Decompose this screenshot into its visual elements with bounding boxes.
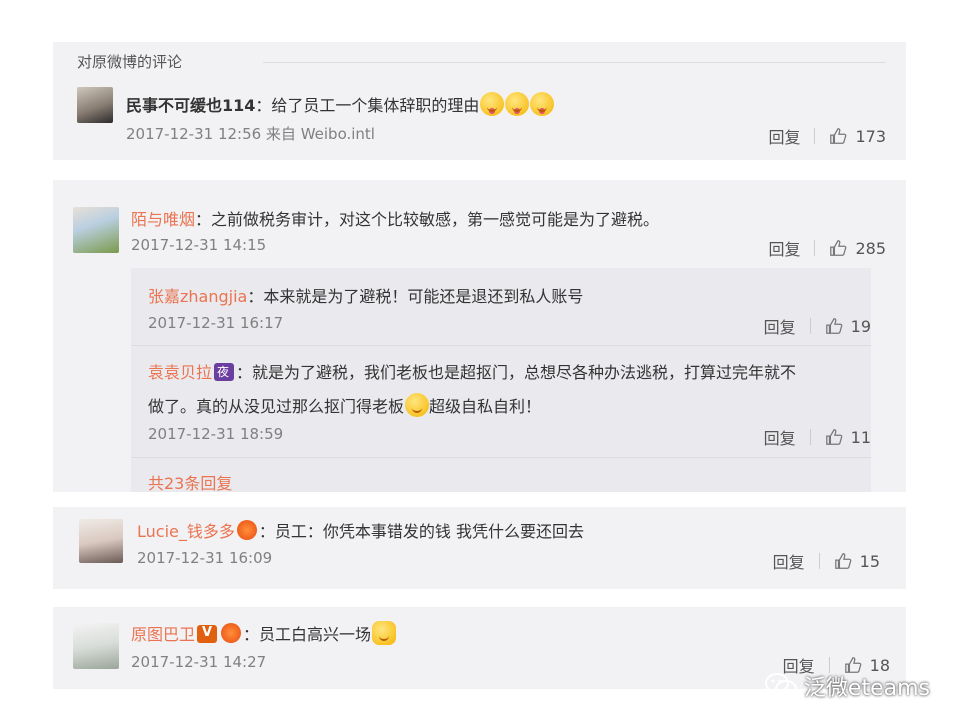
reply-divider: [131, 345, 871, 346]
cat-emoji-icon: [372, 621, 397, 645]
smile-emoji-icon: [405, 393, 430, 417]
reply-button[interactable]: 回复: [768, 236, 800, 260]
comment-panel-1: 对原微博的评论 民事不可缓也114：给了员工一个集体辞职的理由 2017-12-…: [53, 42, 906, 160]
username-link[interactable]: 张嘉zhangjia: [148, 287, 247, 306]
tongue-emoji-icon: [480, 92, 505, 116]
reply-text: 做了。真的从没见过那么抠门得老板: [148, 397, 405, 416]
divider: [814, 240, 816, 256]
comment-actions: 回复 285: [768, 236, 886, 260]
fan-badge-icon: [236, 520, 257, 540]
fan-badge-icon: [221, 623, 242, 643]
comment-text: ：员工：你凭本事错发的钱 我凭什么要还回去: [258, 522, 584, 541]
comment-line: 民事不可缓也114：给了员工一个集体辞职的理由: [126, 92, 555, 116]
comment-timestamp: 2017-12-31 14:15: [131, 236, 267, 254]
verified-v-icon: [197, 625, 218, 643]
like-icon[interactable]: [825, 428, 843, 446]
reply-actions: 回复 11: [764, 425, 871, 449]
username-link[interactable]: 陌与唯烟: [131, 210, 195, 229]
username-link[interactable]: 民事不可缓也114: [126, 96, 255, 115]
comment-line: Lucie_钱多多 ：员工：你凭本事错发的钱 我凭什么要还回去: [137, 518, 584, 542]
comment-text: ：给了员工一个集体辞职的理由: [255, 96, 480, 115]
comment-line: 陌与唯烟：之前做税务审计，对这个比较敏感，第一感觉可能是为了避税。: [131, 206, 659, 230]
divider: [809, 318, 811, 334]
reply-button[interactable]: 回复: [764, 314, 796, 338]
watermark: 泛微eteams: [764, 670, 930, 702]
night-badge-icon: [214, 363, 235, 381]
reply-timestamp: 2017-12-31 18:59: [148, 425, 284, 443]
comment-timestamp: 2017-12-31 14:27: [131, 653, 267, 671]
reply-button[interactable]: 回复: [764, 425, 796, 449]
like-count: 285: [855, 238, 886, 258]
comment-timestamp: 2017-12-31 12:56 来自 Weibo.intl: [126, 125, 375, 143]
like-count: 19: [850, 316, 871, 336]
comment-actions: 回复 15: [773, 549, 880, 573]
replies-box: 张嘉zhangjia：本来就是为了避税！可能还是退还到私人账号 2017-12-…: [131, 268, 871, 494]
reply-button[interactable]: 回复: [768, 124, 800, 148]
tongue-emoji-icon: [505, 92, 530, 116]
like-count: 173: [855, 126, 886, 146]
like-icon[interactable]: [834, 552, 852, 570]
username-link[interactable]: 袁袁贝拉: [148, 363, 212, 382]
username-link[interactable]: Lucie_钱多多: [137, 522, 235, 541]
avatar[interactable]: [77, 87, 113, 123]
reply-line-2: 做了。真的从没见过那么抠门得老板 超级自私自利！: [148, 393, 541, 417]
reply-text: 超级自私自利！: [429, 397, 542, 416]
comment-panel-3: Lucie_钱多多 ：员工：你凭本事错发的钱 我凭什么要还回去 2017-12-3…: [53, 507, 906, 589]
watermark-text: 泛微eteams: [803, 676, 930, 701]
avatar[interactable]: [73, 207, 119, 253]
comment-text: ：员工白高兴一场: [243, 625, 372, 644]
header-divider: [263, 62, 886, 63]
reply-button[interactable]: 回复: [773, 549, 805, 573]
reply-divider: [131, 457, 871, 458]
comment-text: ：之前做税务审计，对这个比较敏感，第一感觉可能是为了避税。: [195, 210, 660, 229]
wechat-icon: [764, 673, 797, 698]
reply-line: 张嘉zhangjia：本来就是为了避税！可能还是退还到私人账号: [148, 283, 583, 307]
like-icon[interactable]: [829, 127, 847, 145]
like-count: 15: [859, 551, 880, 571]
like-count: 11: [850, 427, 871, 447]
comment-actions: 回复 173: [768, 124, 886, 148]
avatar[interactable]: [73, 623, 119, 669]
reply-line: 袁袁贝拉 ：就是为了避税，我们老板也是超抠门，总想尽各种办法逃税，打算过完年就不: [148, 359, 796, 383]
section-header: 对原微博的评论: [77, 53, 183, 71]
comment-panel-2: 陌与唯烟：之前做税务审计，对这个比较敏感，第一感觉可能是为了避税。 2017-1…: [53, 180, 906, 494]
divider: [809, 429, 811, 445]
avatar[interactable]: [79, 519, 123, 563]
more-replies-link[interactable]: 共23条回复: [148, 470, 232, 494]
username-link[interactable]: 原图巴卫: [131, 625, 195, 644]
like-icon[interactable]: [829, 239, 847, 257]
reply-timestamp: 2017-12-31 16:17: [148, 314, 284, 332]
divider: [818, 553, 820, 569]
reply-actions: 回复 19: [764, 314, 871, 338]
like-icon[interactable]: [825, 317, 843, 335]
comment-line: 原图巴卫 ：员工白高兴一场: [131, 621, 397, 645]
reply-text: ：就是为了避税，我们老板也是超抠门，总想尽各种办法逃税，打算过完年就不: [236, 363, 797, 382]
divider: [814, 128, 816, 144]
reply-text: ：本来就是为了避税！可能还是退还到私人账号: [247, 287, 584, 306]
comment-timestamp: 2017-12-31 16:09: [137, 549, 273, 567]
tongue-emoji-icon: [530, 92, 555, 116]
